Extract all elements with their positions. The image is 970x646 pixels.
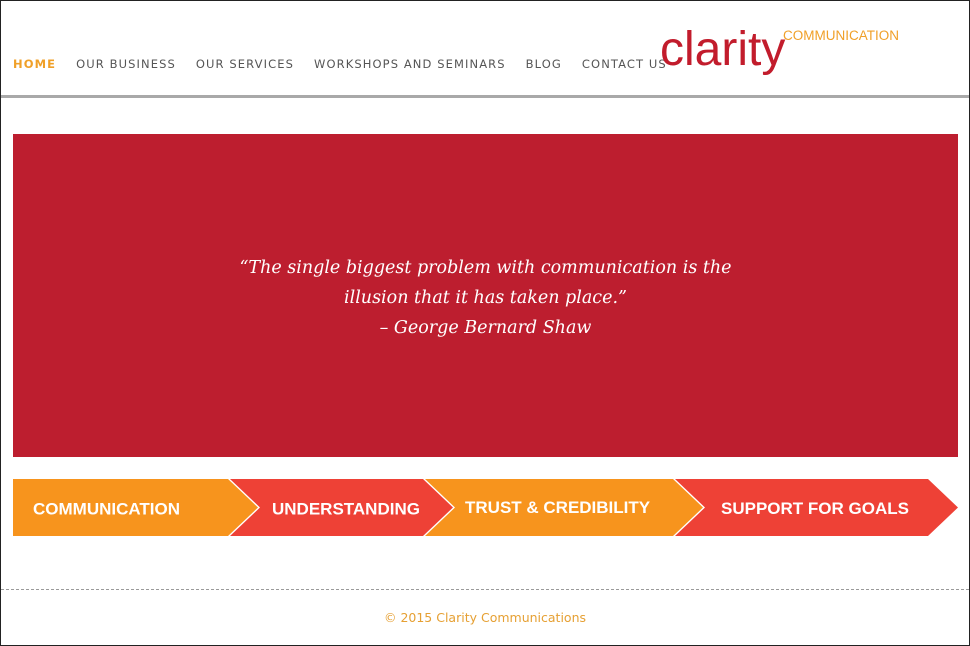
process-label-support: SUPPORT FOR GOALS	[721, 499, 909, 518]
quote-line-1: “The single biggest problem with communi…	[239, 257, 732, 278]
process-label-communication: COMMUNICATION	[33, 500, 180, 519]
process-arrow-graphic: COMMUNICATION UNDERSTANDING TRUST & CRED…	[13, 479, 958, 536]
nav-home-link[interactable]: HOME	[13, 57, 56, 71]
brand-logo[interactable]: clarity COMMUNICATION	[660, 20, 900, 92]
nav-contact-link[interactable]: CONTACT US	[582, 57, 667, 71]
footer-divider	[1, 589, 969, 590]
process-label-trust: TRUST & CREDIBILITY	[465, 498, 651, 517]
footer-copyright: © 2015 Clarity Communications	[383, 610, 587, 625]
nav-blog-link[interactable]: BLOG	[526, 57, 562, 71]
nav-our-services-link[interactable]: OUR SERVICES	[196, 57, 294, 71]
quote-banner: “The single biggest problem with communi…	[13, 134, 958, 457]
nav-workshops-link[interactable]: WORKSHOPS AND SEMINARS	[314, 57, 506, 71]
process-label-understanding: UNDERSTANDING	[272, 500, 420, 519]
header-divider	[1, 95, 969, 98]
main-nav: HOME OUR BUSINESS OUR SERVICES WORKSHOPS…	[13, 57, 687, 71]
quote-block: “The single biggest problem with communi…	[226, 253, 746, 343]
quote-attribution: – George Bernard Shaw	[379, 317, 592, 338]
quote-line-2: illusion that it has taken place.”	[344, 287, 627, 308]
logo-tagline: COMMUNICATION	[783, 28, 899, 43]
nav-our-business-link[interactable]: OUR BUSINESS	[76, 57, 176, 71]
logo-wordmark: clarity	[660, 23, 786, 76]
process-arrows: COMMUNICATION UNDERSTANDING TRUST & CRED…	[13, 479, 958, 536]
